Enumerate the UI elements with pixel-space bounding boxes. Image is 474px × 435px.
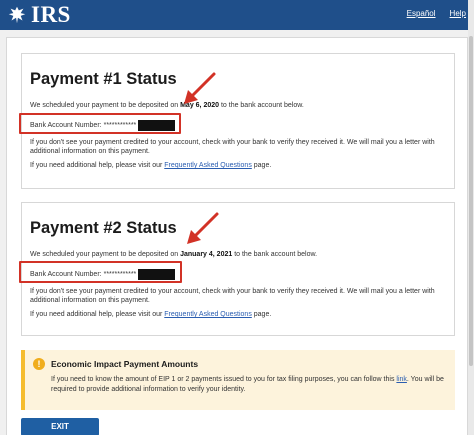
payment-1-mail-note: If you don't see your payment credited t… (30, 139, 435, 155)
scrollbar[interactable] (468, 0, 474, 435)
eip-amounts-notice: ! Economic Impact Payment Amounts If you… (21, 350, 455, 410)
main-content: Payment #1 Status We scheduled your paym… (6, 37, 468, 435)
warning-icon: ! (33, 358, 45, 370)
highlight-box (19, 261, 182, 283)
payment-2-title: Payment #2 Status (30, 219, 177, 237)
payment-2-date: January 4, 2021 (180, 251, 233, 258)
payment-2-schedule: We scheduled your payment to be deposite… (30, 251, 318, 258)
logo-text: IRS (31, 2, 71, 27)
eip-amounts-link[interactable]: link (396, 376, 407, 383)
espanol-link[interactable]: Español (407, 9, 436, 18)
site-header: IRS Español Help (0, 0, 474, 30)
notice-title: Economic Impact Payment Amounts (51, 359, 199, 369)
payment-1-title: Payment #1 Status (30, 70, 177, 88)
exit-button[interactable]: EXIT (21, 418, 99, 435)
annotation-arrow-icon (187, 212, 219, 244)
highlight-box (19, 113, 181, 134)
faq-link[interactable]: Frequently Asked Questions (164, 311, 252, 318)
help-link[interactable]: Help (450, 9, 466, 18)
payment-1-schedule: We scheduled your payment to be deposite… (30, 102, 304, 109)
faq-link[interactable]: Frequently Asked Questions (164, 162, 252, 169)
irs-logo[interactable]: IRS (6, 3, 71, 27)
annotation-arrow-icon (184, 72, 216, 104)
notice-body: If you need to know the amount of EIP 1 … (51, 376, 444, 393)
payment-1-help: If you need additional help, please visi… (30, 162, 272, 169)
eagle-icon (8, 6, 26, 24)
payment-2-help: If you need additional help, please visi… (30, 311, 272, 318)
payment-2-mail-note: If you don't see your payment credited t… (30, 288, 435, 304)
